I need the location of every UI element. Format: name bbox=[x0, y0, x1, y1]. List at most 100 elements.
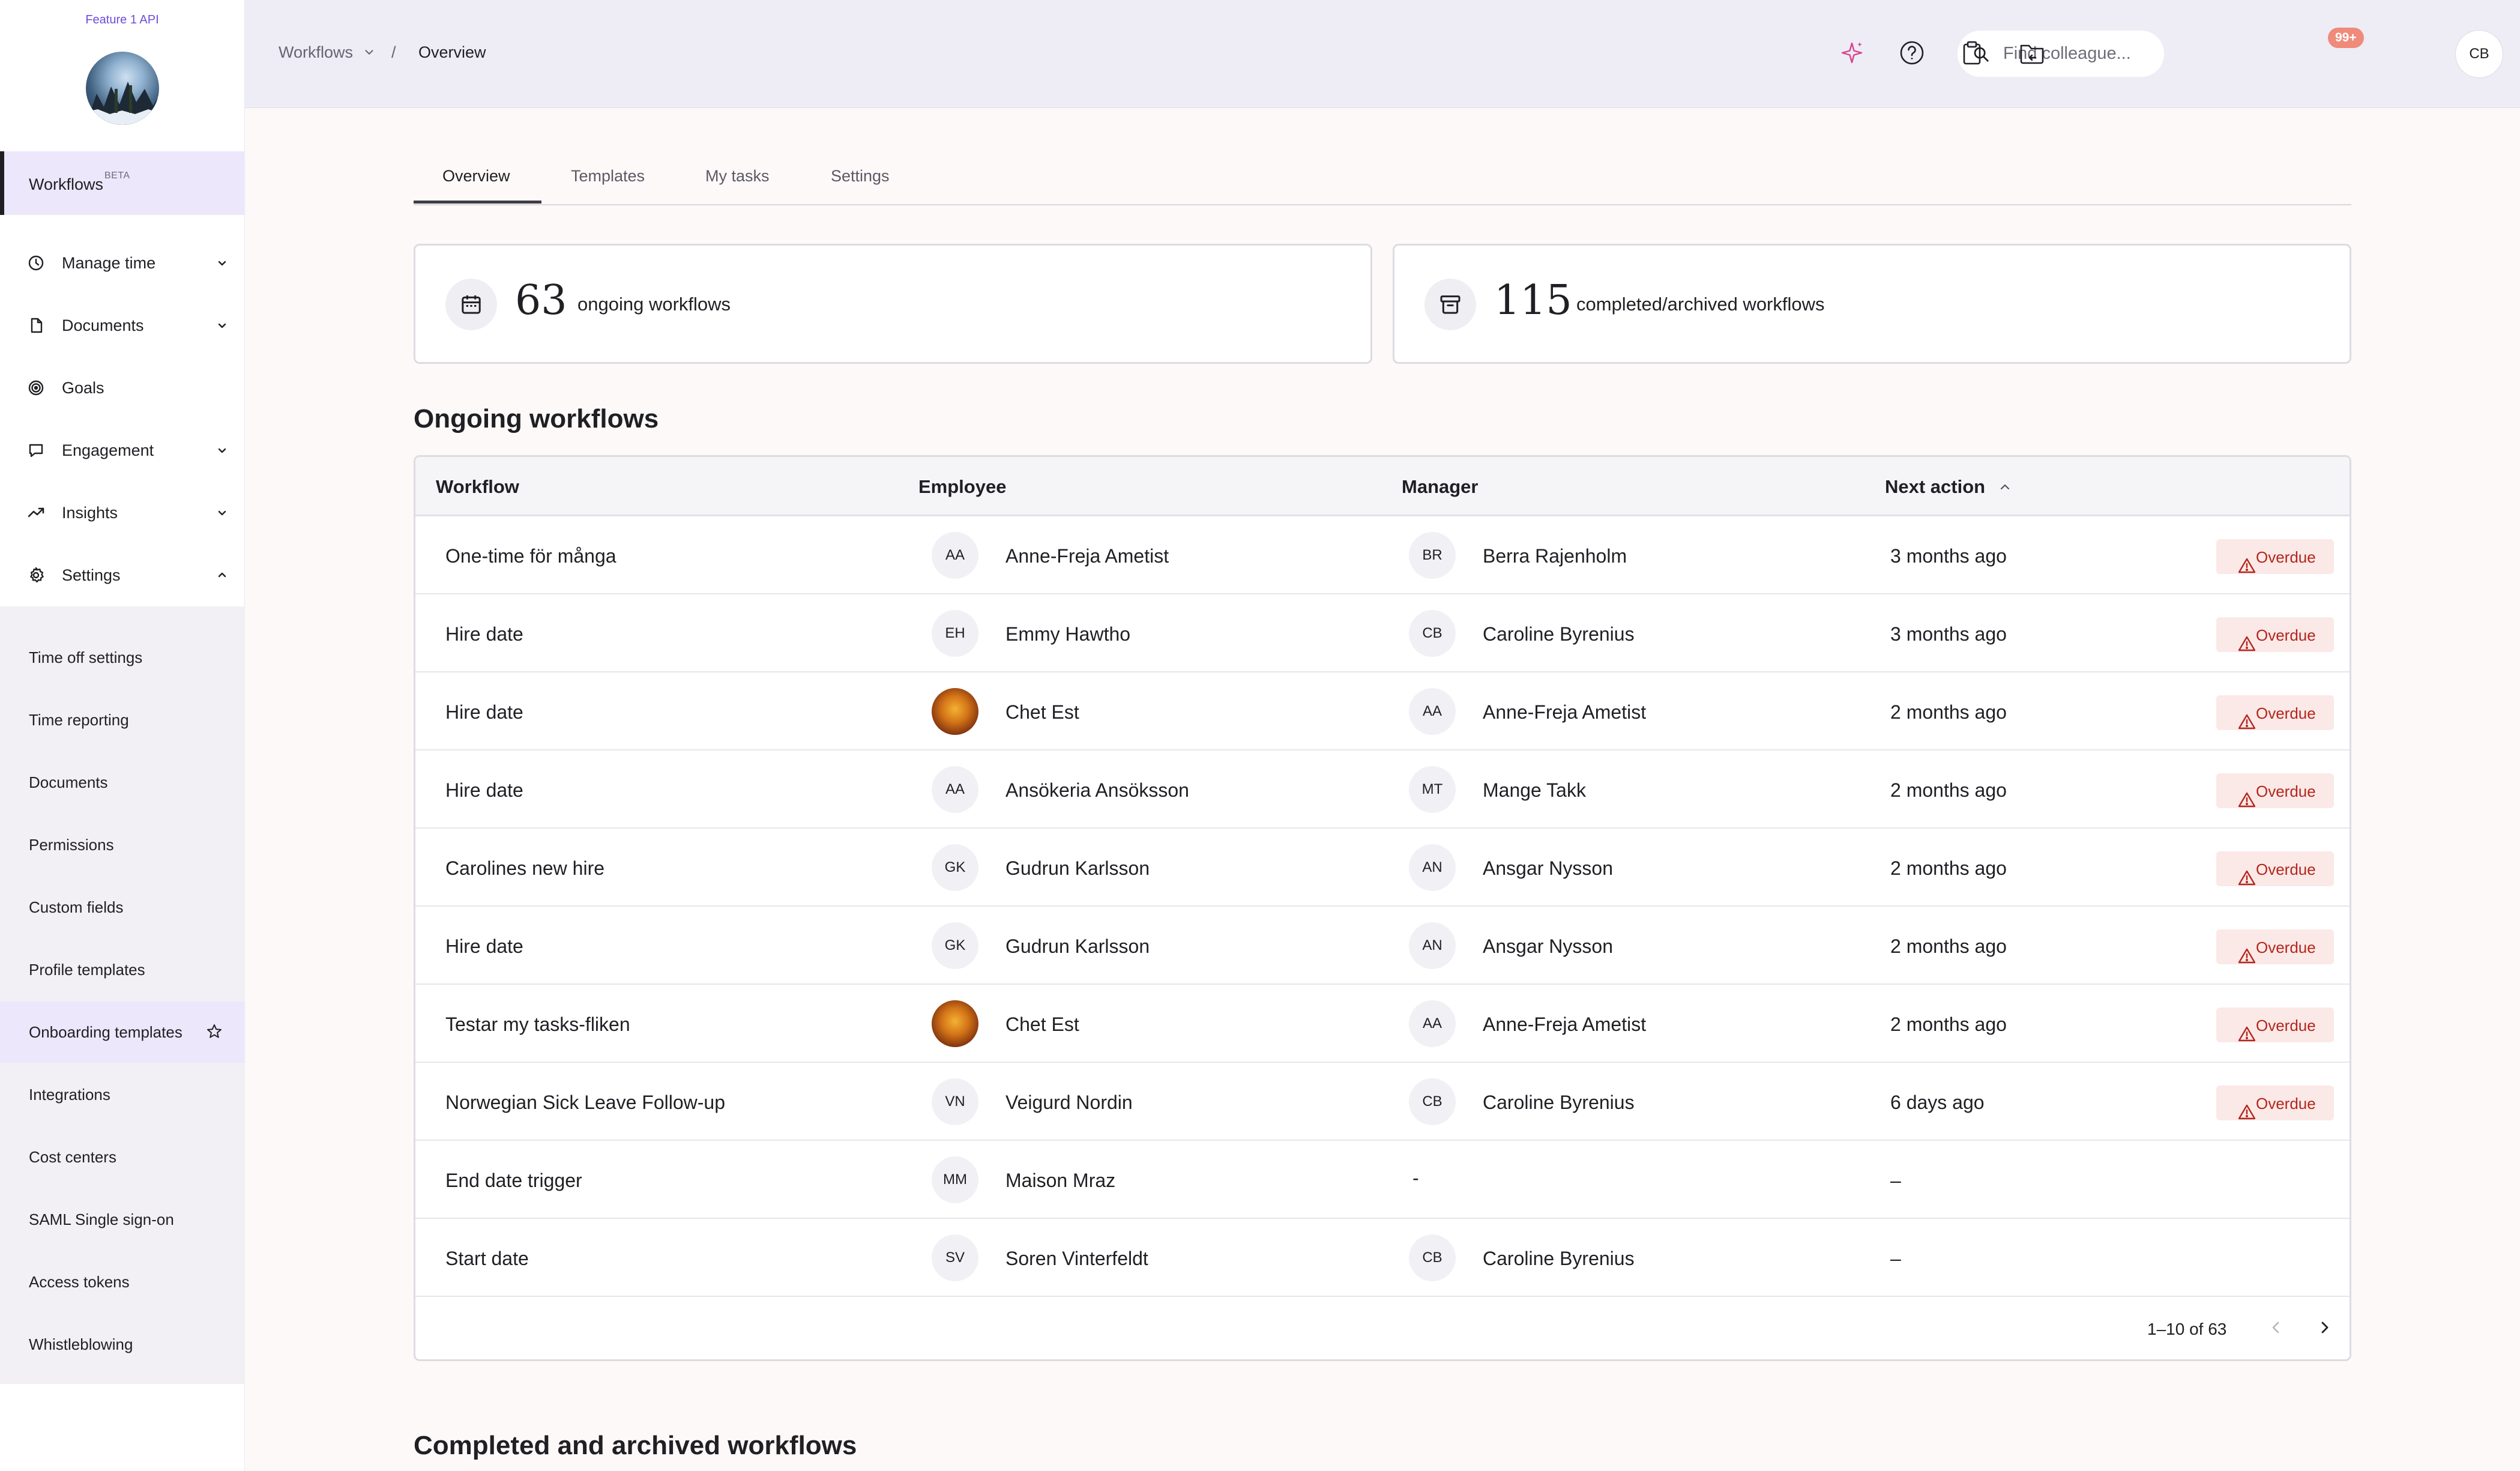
manager-name[interactable]: Anne-Freja Ametist bbox=[1483, 1013, 1646, 1036]
ongoing-label: ongoing workflows bbox=[577, 294, 731, 315]
workflow-name[interactable]: End date trigger bbox=[445, 1170, 582, 1192]
settings-item-profile-templates[interactable]: Profile templates bbox=[0, 939, 245, 1000]
table-row[interactable]: End date trigger MM Maison Mraz - – bbox=[415, 1141, 2350, 1219]
sidebar-item-workflows[interactable]: Workflows BETA bbox=[0, 151, 245, 215]
settings-item-label: Documents bbox=[29, 773, 108, 791]
chevron-down-icon[interactable] bbox=[363, 46, 376, 59]
sidebar-item-insights[interactable]: Insights bbox=[0, 485, 245, 539]
manager-name[interactable]: Mange Takk bbox=[1483, 779, 1586, 802]
settings-item-permissions[interactable]: Permissions bbox=[0, 814, 245, 875]
table-row[interactable]: Testar my tasks-fliken Chet Est AA Anne-Fre… bbox=[415, 985, 2350, 1063]
workflow-name[interactable]: Norwegian Sick Leave Follow-up bbox=[445, 1092, 725, 1114]
ongoing-workflows-card[interactable]: 63 ongoing workflows bbox=[414, 244, 1372, 364]
tab-templates[interactable]: Templates bbox=[571, 167, 645, 186]
company-logo[interactable] bbox=[86, 52, 159, 125]
table-row[interactable]: Start date SV Soren Vinterfeldt CB Caroline … bbox=[415, 1219, 2350, 1297]
workflow-name[interactable]: Hire date bbox=[445, 623, 523, 645]
employee-name[interactable]: Ansökeria Ansöksson bbox=[1005, 779, 1189, 802]
workflow-name[interactable]: Start date bbox=[445, 1248, 529, 1270]
user-avatar[interactable]: CB bbox=[2455, 30, 2503, 78]
manager-name[interactable]: Anne-Freja Ametist bbox=[1483, 701, 1646, 723]
workflow-name[interactable]: One-time för många bbox=[445, 545, 616, 567]
sidebar-item-manage-time[interactable]: Manage time bbox=[0, 235, 245, 289]
ongoing-workflows-table: Workflow Employee Manager Next action On… bbox=[414, 455, 2351, 1361]
table-row[interactable]: Hire date Chet Est AA Anne-Freja Ametist 2 m… bbox=[415, 672, 2350, 751]
settings-item-custom-fields[interactable]: Custom fields bbox=[0, 877, 245, 938]
settings-item-onboarding-templates[interactable]: Onboarding templates bbox=[0, 1001, 245, 1063]
sidebar-item-engagement[interactable]: Engagement bbox=[0, 423, 245, 477]
chevron-down-icon bbox=[215, 506, 229, 520]
table-row[interactable]: Hire date EH Emmy Hawtho CB Caroline Byreniu… bbox=[415, 594, 2350, 672]
next-page-button[interactable] bbox=[2312, 1315, 2336, 1340]
previous-page-button[interactable] bbox=[2264, 1315, 2288, 1340]
column-header-workflow[interactable]: Workflow bbox=[436, 476, 519, 498]
settings-item-saml-single-sign-on[interactable]: SAML Single sign-on bbox=[0, 1189, 245, 1250]
sidebar-item-documents[interactable]: Documents bbox=[0, 298, 245, 352]
workflow-name[interactable]: Testar my tasks-fliken bbox=[445, 1013, 630, 1036]
folder-return-icon[interactable] bbox=[2016, 37, 2048, 68]
manager-name[interactable]: Caroline Byrenius bbox=[1483, 1248, 1635, 1270]
settings-item-documents[interactable]: Documents bbox=[0, 752, 245, 813]
settings-item-label: Profile templates bbox=[29, 961, 145, 979]
employee-name[interactable]: Gudrun Karlsson bbox=[1005, 935, 1150, 958]
tab-my-tasks[interactable]: My tasks bbox=[705, 167, 770, 186]
table-row[interactable]: Hire date GK Gudrun Karlsson AN Ansgar Nysso… bbox=[415, 907, 2350, 985]
employee-avatar: MM bbox=[932, 1156, 978, 1203]
settings-item-time-off-settings[interactable]: Time off settings bbox=[0, 627, 245, 688]
employee-name[interactable]: Chet Est bbox=[1005, 1013, 1079, 1036]
sidebar: Feature 1 API Workflows BETA Manage time… bbox=[0, 0, 245, 1471]
warning-icon bbox=[2227, 938, 2256, 964]
employee-name[interactable]: Emmy Hawtho bbox=[1005, 623, 1130, 645]
workflow-name[interactable]: Hire date bbox=[445, 935, 523, 958]
table-row[interactable]: Carolines new hire GK Gudrun Karlsson AN Ans… bbox=[415, 829, 2350, 907]
workflow-name[interactable]: Hire date bbox=[445, 779, 523, 802]
manager-name[interactable]: Caroline Byrenius bbox=[1483, 623, 1635, 645]
workflow-name[interactable]: Hire date bbox=[445, 701, 523, 723]
tab-overview[interactable]: Overview bbox=[442, 167, 510, 186]
settings-item-whistleblowing[interactable]: Whistleblowing bbox=[0, 1314, 245, 1375]
sort-ascending-icon[interactable] bbox=[1998, 480, 2012, 494]
employee-name[interactable]: Chet Est bbox=[1005, 701, 1079, 723]
manager-name[interactable]: Ansgar Nysson bbox=[1483, 935, 1613, 958]
star-icon[interactable] bbox=[206, 1023, 223, 1040]
sidebar-item-settings[interactable]: Settings bbox=[0, 548, 245, 602]
chevron-down-icon bbox=[215, 318, 229, 333]
workflow-name[interactable]: Carolines new hire bbox=[445, 857, 604, 880]
table-row[interactable]: Hire date AA Ansökeria Ansöksson MT Mange Ta… bbox=[415, 751, 2350, 829]
employee-avatar bbox=[932, 1000, 978, 1047]
employee-name[interactable]: Anne-Freja Ametist bbox=[1005, 545, 1169, 567]
breadcrumb-workflows[interactable]: Workflows bbox=[279, 43, 353, 62]
employee-name[interactable]: Soren Vinterfeldt bbox=[1005, 1248, 1148, 1270]
clipboard-icon[interactable] bbox=[1956, 37, 1988, 68]
table-row[interactable]: Norwegian Sick Leave Follow-up VN Veigurd … bbox=[415, 1063, 2350, 1141]
sidebar-item-label: Manage time bbox=[62, 254, 156, 272]
overdue-badge: Overdue bbox=[2216, 1086, 2334, 1120]
ongoing-workflows-title: Ongoing workflows bbox=[414, 404, 659, 433]
column-header-next-action[interactable]: Next action bbox=[1885, 476, 1985, 498]
settings-item-cost-centers[interactable]: Cost centers bbox=[0, 1126, 245, 1188]
warning-icon bbox=[2227, 782, 2256, 808]
breadcrumb-separator: / bbox=[391, 43, 396, 61]
sparkle-icon[interactable] bbox=[1836, 37, 1867, 68]
settings-item-time-reporting[interactable]: Time reporting bbox=[0, 689, 245, 751]
settings-item-label: Cost centers bbox=[29, 1148, 116, 1166]
employee-name[interactable]: Maison Mraz bbox=[1005, 1170, 1115, 1192]
manager-avatar: MT bbox=[1409, 766, 1456, 813]
tab-settings[interactable]: Settings bbox=[831, 167, 890, 186]
help-icon[interactable] bbox=[1896, 37, 1928, 68]
sidebar-item-goals[interactable]: Goals bbox=[0, 360, 245, 414]
column-header-employee[interactable]: Employee bbox=[918, 476, 1006, 498]
completed-workflows-card[interactable]: 115 completed/archived workflows bbox=[1393, 244, 2351, 364]
next-action-time: 6 days ago bbox=[1890, 1092, 1985, 1113]
settings-item-access-tokens[interactable]: Access tokens bbox=[0, 1251, 245, 1312]
settings-item-integrations[interactable]: Integrations bbox=[0, 1064, 245, 1125]
employee-name[interactable]: Gudrun Karlsson bbox=[1005, 857, 1150, 880]
table-row[interactable]: One-time för många AA Anne-Freja Ametist BR… bbox=[415, 516, 2350, 594]
employee-name[interactable]: Veigurd Nordin bbox=[1005, 1092, 1133, 1114]
colleague-search[interactable] bbox=[1958, 31, 2164, 77]
manager-name[interactable]: Berra Rajenholm bbox=[1483, 545, 1627, 567]
employee-avatar bbox=[932, 688, 978, 735]
manager-name[interactable]: Ansgar Nysson bbox=[1483, 857, 1613, 880]
manager-name[interactable]: Caroline Byrenius bbox=[1483, 1092, 1635, 1114]
column-header-manager[interactable]: Manager bbox=[1402, 476, 1478, 498]
